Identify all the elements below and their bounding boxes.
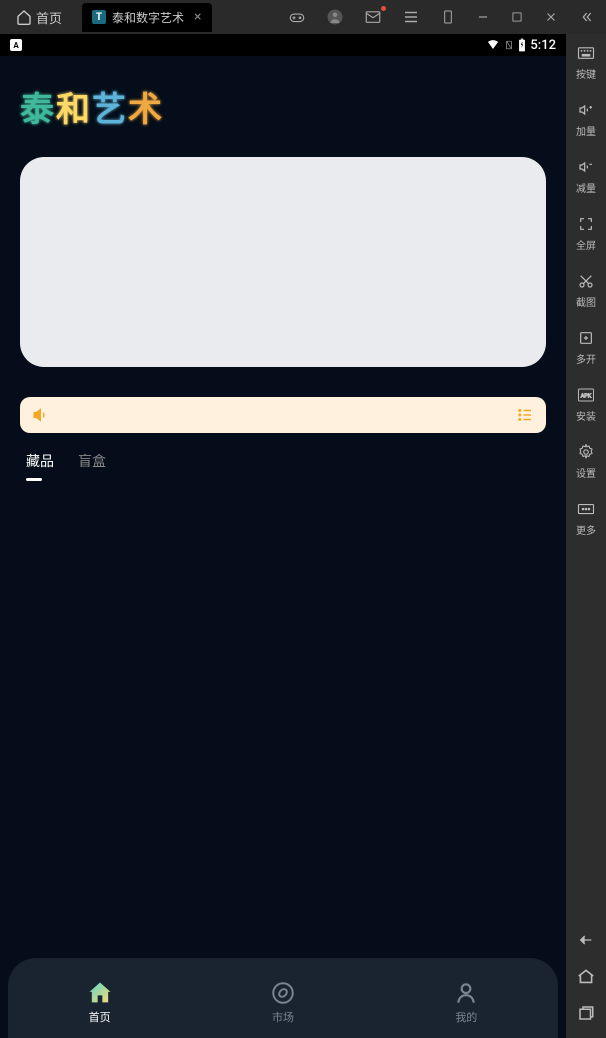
- emulator-sidebar: 按键 加量 减量 全屏 截图 多开 APK: [566, 0, 606, 1038]
- sidebar-volume-up-label: 加量: [576, 123, 596, 138]
- browser-tab[interactable]: T 泰和数字艺术 ×: [82, 3, 212, 32]
- status-time: 5:12: [530, 38, 556, 53]
- gamepad-icon[interactable]: [288, 8, 306, 26]
- sidebar-collapse-button[interactable]: [566, 0, 606, 34]
- home-button[interactable]: 首页: [8, 4, 70, 31]
- logo-char-1: 泰: [20, 90, 56, 130]
- android-back-button[interactable]: [576, 932, 596, 948]
- close-window-icon[interactable]: [544, 10, 558, 24]
- sidebar-keyboard[interactable]: 按键: [566, 34, 606, 91]
- banner-carousel[interactable]: [20, 157, 546, 367]
- content-tabs: 藏品 盲盒: [20, 451, 546, 479]
- battery-icon: [518, 38, 526, 52]
- logo-char-2: 和: [56, 90, 92, 130]
- svg-text:APK: APK: [581, 393, 592, 399]
- sidebar-volume-down-label: 减量: [576, 180, 596, 195]
- android-recents-button[interactable]: [577, 1004, 595, 1022]
- sidebar-install[interactable]: APK 安装: [566, 376, 606, 433]
- chevron-left-icon: [578, 9, 594, 25]
- sidebar-screenshot-label: 截图: [576, 294, 596, 309]
- scissors-icon: [577, 272, 595, 290]
- sidebar-settings-label: 设置: [576, 465, 596, 480]
- tab-collection[interactable]: 藏品: [26, 451, 54, 479]
- tab-app-icon: T: [92, 10, 106, 24]
- list-icon[interactable]: [516, 406, 534, 424]
- nav-mine[interactable]: 我的: [452, 979, 480, 1025]
- wifi-icon: [486, 39, 500, 51]
- maximize-icon[interactable]: [510, 10, 524, 24]
- nav-mine-icon: [452, 979, 480, 1007]
- fullscreen-icon: [577, 215, 595, 233]
- sidebar-multi[interactable]: 多开: [566, 319, 606, 376]
- logo-char-4: 术: [128, 90, 164, 130]
- keyboard-icon: [577, 44, 595, 62]
- sidebar-more-label: 更多: [576, 522, 596, 537]
- menu-icon[interactable]: [402, 8, 420, 26]
- logo-char-3: 艺: [92, 90, 128, 130]
- sim-icon: [504, 39, 514, 51]
- tab-close-icon[interactable]: ×: [194, 9, 201, 25]
- android-home-icon: [576, 968, 596, 984]
- status-bar: A 5:12: [0, 34, 566, 56]
- message-icon[interactable]: [364, 8, 382, 26]
- sound-icon: [32, 406, 50, 424]
- app-content: 泰和艺术 藏品 盲盒 首页: [0, 56, 566, 1038]
- device-icon[interactable]: [440, 8, 456, 26]
- status-app-indicator: A: [10, 39, 22, 51]
- sidebar-screenshot[interactable]: 截图: [566, 262, 606, 319]
- nav-mine-label: 我的: [455, 1009, 477, 1025]
- sidebar-settings[interactable]: 设置: [566, 433, 606, 490]
- sidebar-fullscreen[interactable]: 全屏: [566, 205, 606, 262]
- sidebar-install-label: 安装: [576, 408, 596, 423]
- nav-market[interactable]: 市场: [269, 979, 297, 1025]
- apk-icon: APK: [577, 386, 595, 404]
- android-home-button[interactable]: [576, 968, 596, 984]
- app-logo: 泰和艺术: [20, 82, 546, 131]
- announcement-bar[interactable]: [20, 397, 546, 433]
- sidebar-keyboard-label: 按键: [576, 66, 596, 81]
- home-icon: [16, 9, 32, 25]
- sidebar-more[interactable]: 更多: [566, 490, 606, 547]
- message-badge: [381, 6, 386, 11]
- minimize-icon[interactable]: [476, 10, 490, 24]
- bottom-nav: 首页 市场 我的: [8, 958, 558, 1038]
- nav-market-label: 市场: [272, 1009, 294, 1025]
- home-label: 首页: [36, 8, 62, 27]
- sidebar-volume-up[interactable]: 加量: [566, 91, 606, 148]
- sidebar-fullscreen-label: 全屏: [576, 237, 596, 252]
- tab-blindbox[interactable]: 盲盒: [78, 451, 106, 479]
- nav-home[interactable]: 首页: [86, 979, 114, 1025]
- sidebar-multi-label: 多开: [576, 351, 596, 366]
- multi-instance-icon: [577, 329, 595, 347]
- gear-icon: [577, 443, 595, 461]
- nav-home-label: 首页: [89, 1009, 111, 1025]
- nav-market-icon: [269, 979, 297, 1007]
- browser-bar: 首页 T 泰和数字艺术 ×: [0, 0, 566, 34]
- avatar-icon[interactable]: [326, 8, 344, 26]
- more-icon: [577, 500, 595, 518]
- back-arrow-icon: [576, 932, 596, 948]
- sidebar-volume-down[interactable]: 减量: [566, 148, 606, 205]
- nav-home-icon: [86, 979, 114, 1007]
- recents-icon: [577, 1004, 595, 1022]
- volume-up-icon: [577, 101, 595, 119]
- tab-title: 泰和数字艺术: [112, 9, 184, 26]
- volume-down-icon: [577, 158, 595, 176]
